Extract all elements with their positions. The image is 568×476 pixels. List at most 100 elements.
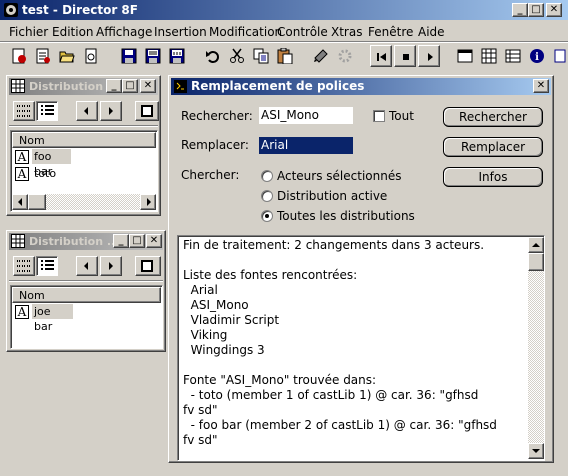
- replace-button-label: Remplacer: [460, 140, 526, 154]
- cast-window-button[interactable]: [478, 45, 500, 67]
- menu-aide[interactable]: Aide: [418, 25, 445, 39]
- cast-member-properties-button[interactable]: [334, 45, 356, 67]
- paste-button[interactable]: [274, 45, 296, 67]
- close-button[interactable]: ✕: [546, 3, 562, 17]
- radio-active-cast[interactable]: [261, 190, 273, 202]
- menu-edition[interactable]: Edition: [52, 25, 94, 39]
- cast-1-minimize-button[interactable]: _: [106, 79, 122, 93]
- exchange-icon: [314, 49, 328, 63]
- scroll-right-icon: [147, 198, 151, 206]
- scroll-down-button[interactable]: [528, 443, 544, 459]
- save-all-icon: [145, 48, 161, 64]
- search-button-label: Rechercher: [459, 110, 527, 124]
- minimize-button[interactable]: _: [512, 3, 528, 17]
- list-item[interactable]: A joe bar: [13, 304, 73, 333]
- new-movie-icon: [12, 48, 26, 64]
- save-button[interactable]: [118, 45, 140, 67]
- cast-2-close-button[interactable]: ✕: [146, 234, 162, 248]
- undo-button[interactable]: [202, 45, 224, 67]
- cast-1-list: Nom A foo bar A toto: [10, 130, 158, 212]
- cast-grid-icon: [481, 48, 497, 64]
- cast-1-list-view-button[interactable]: [36, 101, 58, 121]
- cast-window-1-title-bar[interactable]: Distribution ... _ □ ✕: [9, 78, 158, 95]
- menu-affichage[interactable]: Affichage: [96, 25, 152, 39]
- scroll-right-button[interactable]: [140, 194, 156, 210]
- menu-fenetre[interactable]: Fenêtre: [368, 25, 413, 39]
- copy-button[interactable]: [250, 45, 272, 67]
- dialog-app-icon: [174, 80, 187, 93]
- open-button[interactable]: [56, 45, 78, 67]
- cast-1-next-button[interactable]: [100, 101, 122, 121]
- new-movie-button[interactable]: [8, 45, 30, 67]
- next-icon: [109, 262, 113, 270]
- replace-input[interactable]: Arial: [259, 137, 353, 154]
- list-item[interactable]: A foo bar: [13, 149, 71, 178]
- menu-fichier[interactable]: Fichier: [9, 25, 48, 39]
- cast-2-list-view-button[interactable]: [36, 256, 58, 276]
- app-title-bar: test - Director 8F _ □ ✕: [0, 0, 568, 20]
- results-textarea[interactable]: Fin de traitement: 2 changements dans 3 …: [177, 235, 545, 461]
- cut-button[interactable]: [226, 45, 248, 67]
- cast-1-column-header[interactable]: Nom: [12, 132, 156, 148]
- radio-all-casts[interactable]: [261, 210, 273, 222]
- cast-1-horizontal-scrollbar[interactable]: [12, 194, 156, 210]
- cast-1-member-button[interactable]: [135, 101, 159, 121]
- stop-button[interactable]: [394, 45, 416, 67]
- cast-2-minimize-button[interactable]: _: [113, 234, 129, 248]
- menu-insertion[interactable]: Insertion: [154, 25, 207, 39]
- dialog-title-bar[interactable]: Remplacement de polices ✕: [171, 78, 551, 95]
- radio-selected-members[interactable]: [261, 170, 273, 182]
- cast-grid-icon: [11, 79, 25, 96]
- result-line: fv sd": [183, 403, 218, 417]
- save-all-button[interactable]: [142, 45, 164, 67]
- menu-modification[interactable]: Modification: [209, 25, 282, 39]
- result-line: Arial: [183, 283, 218, 297]
- cast-window-2-title-bar[interactable]: Distribution ... _ □ ✕: [9, 233, 163, 250]
- dialog-title: Remplacement de polices: [191, 79, 365, 93]
- library-icon: [554, 49, 566, 63]
- score-window-button[interactable]: [502, 45, 524, 67]
- cast-2-list: Nom A joe bar: [10, 285, 163, 349]
- replace-label: Remplacer:: [181, 138, 249, 152]
- all-checkbox[interactable]: [373, 110, 385, 122]
- cast-1-maximize-button[interactable]: □: [122, 79, 138, 93]
- replace-button[interactable]: Remplacer: [443, 137, 543, 157]
- cast-1-thumbnail-view-button[interactable]: [13, 101, 35, 121]
- scroll-up-button[interactable]: [528, 237, 544, 253]
- svg-text:i: i: [535, 52, 539, 63]
- exchange-cast-members-button[interactable]: [310, 45, 332, 67]
- scroll-thumb[interactable]: [528, 253, 544, 271]
- cast-2-column-header[interactable]: Nom: [12, 287, 161, 303]
- result-line: - toto (member 1 of castLib 1) @ car. 36…: [183, 388, 479, 402]
- scroll-left-button[interactable]: [12, 194, 28, 210]
- menu-xtras[interactable]: Xtras: [331, 25, 362, 39]
- scroll-thumb[interactable]: [28, 194, 46, 210]
- save-compact-button[interactable]: [166, 45, 188, 67]
- stage-window-button[interactable]: [454, 45, 476, 67]
- play-icon: [428, 53, 433, 61]
- cast-2-next-button[interactable]: [100, 256, 122, 276]
- menu-bar: Fichier Edition Affichage Insertion Modi…: [0, 22, 568, 40]
- results-vertical-scrollbar[interactable]: [528, 237, 544, 459]
- cast-2-previous-button[interactable]: [76, 256, 98, 276]
- cast-1-close-button[interactable]: ✕: [140, 79, 156, 93]
- rewind-button[interactable]: [370, 45, 392, 67]
- play-button[interactable]: [418, 45, 440, 67]
- list-item[interactable]: A toto: [13, 166, 71, 182]
- result-line: - foo bar (member 2 of castLib 1) @ car.…: [183, 418, 497, 432]
- new-cast-button[interactable]: [32, 45, 54, 67]
- maximize-button[interactable]: □: [528, 3, 544, 17]
- info-button[interactable]: Infos: [443, 167, 543, 187]
- menu-controle[interactable]: Contrôle: [277, 25, 328, 39]
- cast-1-previous-button[interactable]: [76, 101, 98, 121]
- search-button[interactable]: Rechercher: [443, 107, 543, 127]
- search-input[interactable]: ASI_Mono: [259, 107, 353, 124]
- library-button[interactable]: [550, 45, 568, 67]
- cast-2-maximize-button[interactable]: □: [129, 234, 145, 248]
- result-line: [183, 358, 523, 373]
- cast-2-thumbnail-view-button[interactable]: [13, 256, 35, 276]
- info-button[interactable]: i: [526, 45, 548, 67]
- import-button[interactable]: [80, 45, 102, 67]
- dialog-close-button[interactable]: ✕: [533, 79, 549, 93]
- cast-2-member-button[interactable]: [135, 256, 161, 276]
